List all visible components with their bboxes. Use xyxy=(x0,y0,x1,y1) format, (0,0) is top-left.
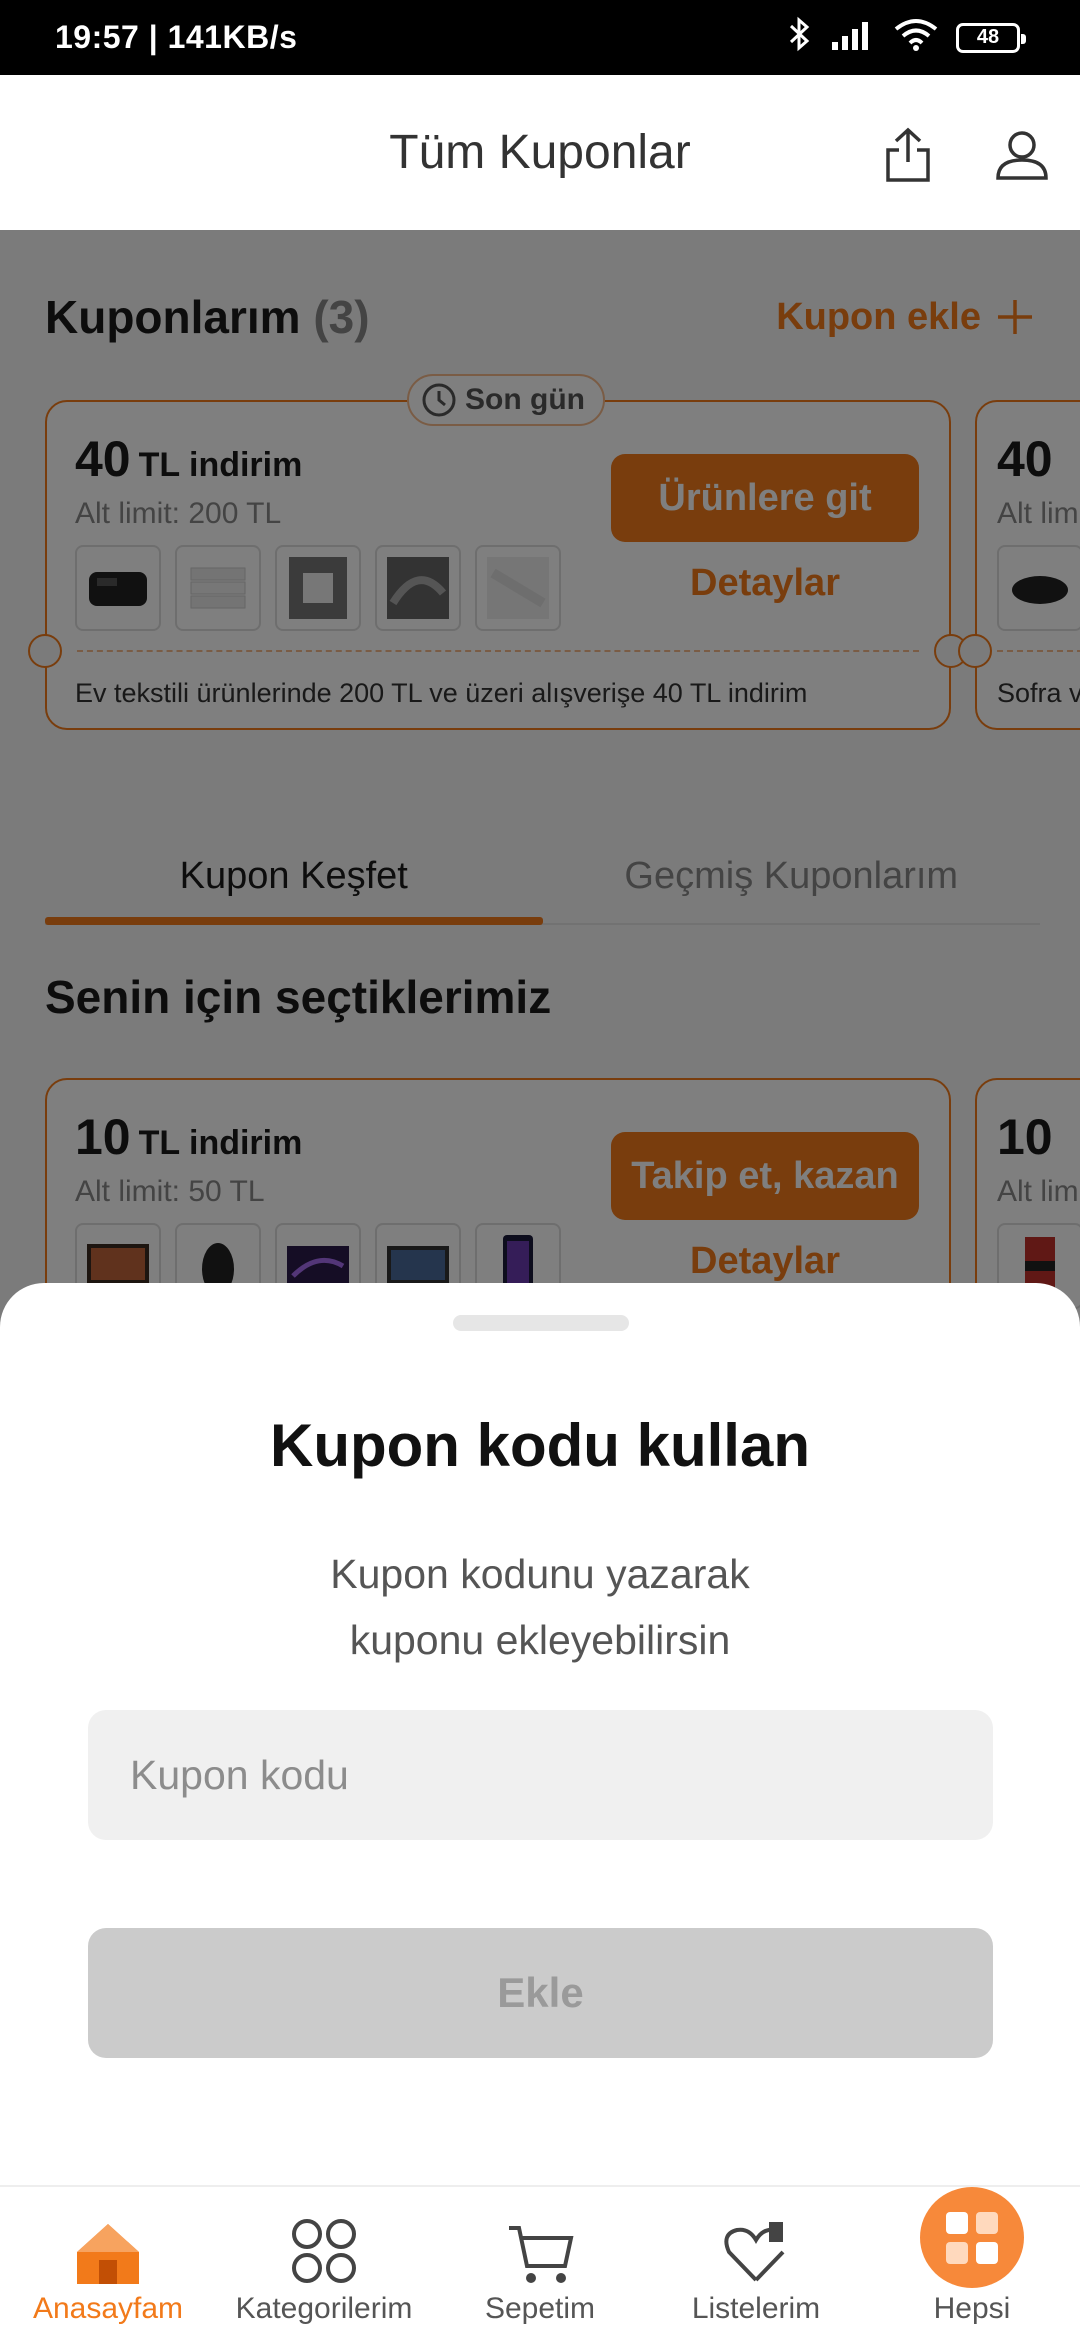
page-header: Tüm Kuponlar xyxy=(0,75,1080,230)
nav-item-all[interactable]: Hepsi xyxy=(864,2187,1080,2340)
bluetooth-icon xyxy=(788,16,812,60)
coupon-code-input[interactable] xyxy=(88,1710,993,1840)
status-time: 19:57 | 141KB/s xyxy=(55,19,298,55)
battery-icon: 48 xyxy=(956,22,1026,53)
coupon-code-sheet: Kupon kodu kullan Kupon kodunu yazarak k… xyxy=(0,1283,1080,2340)
add-button[interactable]: Ekle xyxy=(88,1928,993,2058)
sheet-subtitle-line: kuponu ekleyebilirsin xyxy=(349,1617,731,1663)
bottom-navigation: Anasayfam Kategorilerim Sepetim Listeler… xyxy=(0,2185,1080,2340)
user-icon[interactable] xyxy=(992,125,1052,185)
status-icons: 48 xyxy=(788,16,1026,60)
nav-item-lists[interactable]: Listelerim xyxy=(648,2187,864,2340)
home-icon xyxy=(77,2224,139,2284)
share-icon[interactable] xyxy=(878,125,938,185)
nav-label: Kategorilerim xyxy=(235,2292,413,2325)
sheet-title: Kupon kodu kullan xyxy=(270,1412,810,1479)
sheet-subtitle: Kupon kodunu yazarak kuponu ekleyebilirs… xyxy=(160,1541,920,1673)
wifi-icon xyxy=(894,17,938,59)
heart-list-icon xyxy=(724,2222,785,2282)
nav-label: Sepetim xyxy=(484,2292,596,2325)
all-grid-icon xyxy=(920,2187,1024,2288)
signal-icon xyxy=(830,18,876,58)
nav-item-home[interactable]: Anasayfam xyxy=(0,2187,216,2340)
sheet-drag-handle[interactable] xyxy=(453,1315,629,1331)
nav-label: Listelerim xyxy=(691,2292,821,2325)
nav-label: Anasayfam xyxy=(32,2292,184,2325)
cart-icon xyxy=(509,2226,574,2283)
nav-item-categories[interactable]: Kategorilerim xyxy=(216,2187,432,2340)
categories-icon xyxy=(292,2219,356,2283)
nav-item-cart[interactable]: Sepetim xyxy=(432,2187,648,2340)
page-title: Tüm Kuponlar xyxy=(389,126,691,179)
sheet-subtitle-line: Kupon kodunu yazarak xyxy=(330,1551,750,1597)
status-bar: 19:57 | 141KB/s 48 xyxy=(0,0,1080,75)
nav-label: Hepsi xyxy=(933,2292,1011,2325)
